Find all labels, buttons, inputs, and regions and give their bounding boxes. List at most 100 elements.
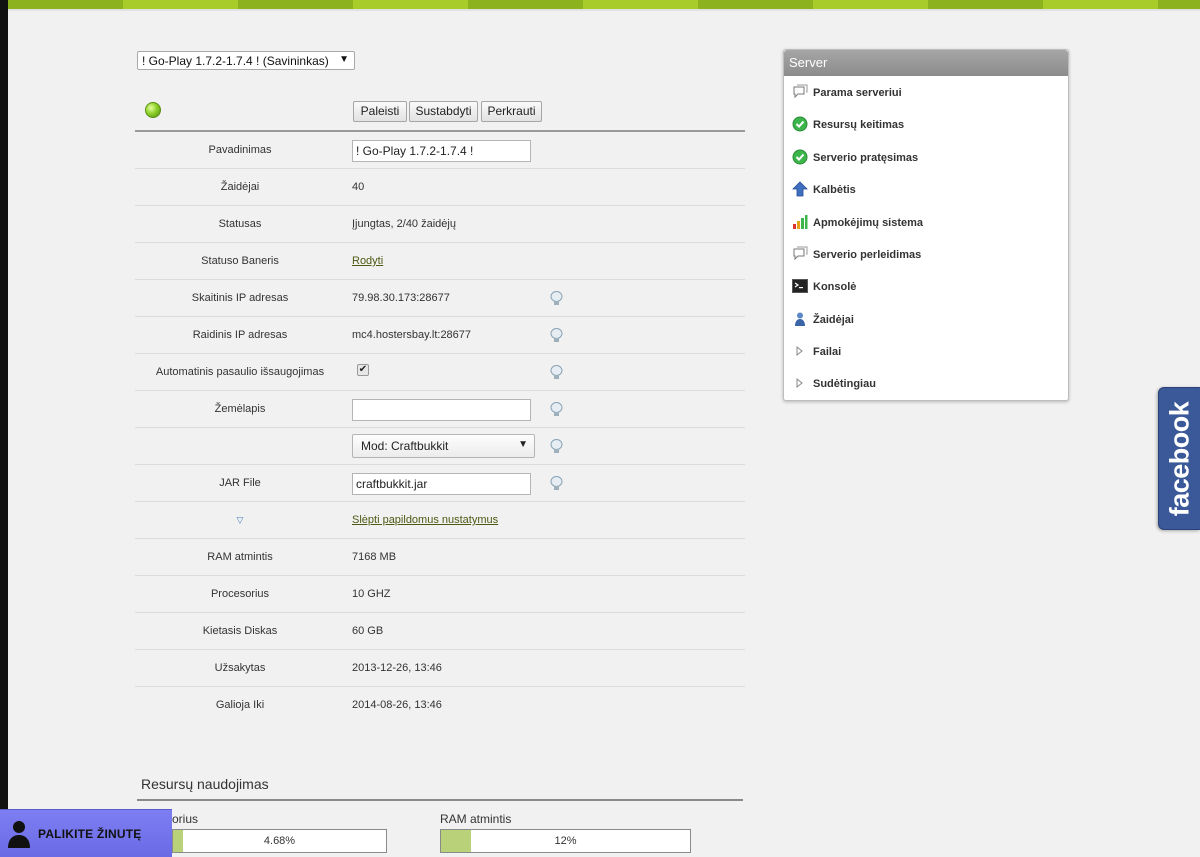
ordered-label: Užsakytas — [214, 662, 266, 674]
ip-text-label: Raidinis IP adresas — [192, 329, 288, 341]
ip-numeric-value: 79.98.30.173:28677 — [352, 292, 450, 304]
menu-item-players[interactable]: Žaidėjai — [792, 310, 854, 330]
top-accent-bar — [8, 0, 1200, 9]
stop-button[interactable]: Sustabdyti — [409, 101, 478, 122]
server-menu-panel: Server Parama serveriui Resursų keitimas… — [783, 49, 1069, 401]
mod-select-value: Mod: Craftbukkit — [361, 439, 449, 453]
resources-divider — [137, 799, 743, 801]
menu-item-advanced[interactable]: Sudėtingiau — [792, 374, 876, 394]
ordered-value: 2013-12-26, 13:46 — [352, 662, 442, 674]
row-advanced-toggle: ▽ Slėpti papildomus nustatymus — [135, 502, 745, 539]
menu-item-chat[interactable]: Kalbėtis — [792, 180, 856, 200]
players-label: Žaidėjai — [220, 181, 260, 193]
blue-up-arrow-icon — [792, 181, 808, 197]
hide-advanced-settings-link[interactable]: Slėpti papildomus nustatymus — [352, 514, 498, 526]
expires-label: Galioja Iki — [215, 699, 265, 711]
map-label: Žemėlapis — [214, 403, 266, 415]
dropdown-arrow-icon: ▼ — [518, 439, 528, 450]
row-jar: JAR File — [135, 465, 745, 502]
facebook-tab[interactable]: facebook — [1158, 387, 1200, 530]
show-banner-link[interactable]: Rodyti — [352, 255, 383, 267]
server-status-indicator-icon — [145, 102, 161, 118]
triangle-right-icon — [796, 378, 803, 389]
cpu-label: Procesorius — [210, 588, 270, 600]
lightbulb-hint-icon[interactable] — [550, 365, 563, 380]
status-label: Statusas — [218, 218, 262, 230]
panel-title: Server — [784, 50, 1068, 76]
menu-item-billing[interactable]: Apmokėjimų sistema — [792, 213, 923, 233]
row-map: Žemėlapis — [135, 391, 745, 428]
top-bar-shadow — [8, 9, 1200, 11]
ip-text-value: mc4.hostersbay.lt:28677 — [352, 329, 472, 341]
facebook-label: facebook — [1164, 401, 1194, 516]
lightbulb-hint-icon[interactable] — [550, 439, 563, 454]
row-disk: Kietasis Diskas 60 GB — [135, 613, 745, 650]
row-ordered: Užsakytas 2013-12-26, 13:46 — [135, 650, 745, 687]
server-select-value: ! Go-Play 1.7.2-1.7.4 ! (Savininkas) — [142, 54, 329, 68]
disk-label: Kietasis Diskas — [202, 625, 278, 637]
resources-title: Resursų naudojimas — [141, 776, 269, 792]
players-value: 40 — [352, 181, 365, 193]
speech-bubble-icon — [793, 246, 808, 261]
person-icon — [8, 821, 30, 848]
triangle-down-icon[interactable]: ▽ — [237, 515, 244, 525]
row-ram: RAM atmintis 7168 MB — [135, 539, 745, 576]
green-check-icon — [792, 116, 808, 132]
terminal-icon — [792, 279, 808, 294]
ram-usage-value: 12% — [554, 835, 577, 847]
mod-select[interactable]: Mod: Craftbukkit ▼ — [352, 434, 535, 458]
cpu-usage-label: orius — [172, 812, 199, 826]
user-icon — [795, 312, 805, 327]
ram-usage-label: RAM atmintis — [440, 812, 512, 826]
server-select[interactable]: ! Go-Play 1.7.2-1.7.4 ! (Savininkas) ▼ — [137, 51, 355, 70]
menu-item-resources[interactable]: Resursų keitimas — [792, 115, 904, 135]
lightbulb-hint-icon[interactable] — [550, 291, 563, 306]
disk-value: 60 GB — [352, 625, 384, 637]
row-players: Žaidėjai 40 — [135, 169, 745, 206]
row-cpu: Procesorius 10 GHZ — [135, 576, 745, 613]
menu-item-support[interactable]: Parama serveriui — [792, 83, 902, 103]
name-label: Pavadinimas — [208, 144, 272, 156]
speech-bubble-icon — [793, 84, 808, 99]
status-value: Įjungtas, 2/40 žaidėjų — [352, 218, 456, 230]
server-name-input[interactable] — [352, 140, 531, 162]
expires-value: 2014-08-26, 13:46 — [352, 699, 442, 711]
lightbulb-hint-icon[interactable] — [550, 402, 563, 417]
jar-label: JAR File — [219, 477, 261, 489]
green-check-icon — [792, 149, 808, 165]
autosave-checkbox[interactable]: ✔ — [357, 364, 369, 376]
dropdown-arrow-icon: ▼ — [339, 54, 349, 65]
cpu-value: 10 GHZ — [352, 588, 391, 600]
row-name: Pavadinimas — [135, 132, 745, 169]
leave-message-label: PALIKITE ŽINUTĘ — [38, 827, 142, 841]
triangle-right-icon — [796, 346, 803, 357]
jar-file-input[interactable] — [352, 473, 531, 495]
autosave-label: Automatinis pasaulio išsaugojimas — [155, 366, 325, 378]
row-ip-numeric: Skaitinis IP adresas 79.98.30.173:28677 — [135, 280, 745, 317]
ip-numeric-label: Skaitinis IP adresas — [191, 292, 289, 304]
row-ip-text: Raidinis IP adresas mc4.hostersbay.lt:28… — [135, 317, 745, 354]
ram-value: 7168 MB — [352, 551, 397, 563]
row-banner: Statuso Baneris Rodyti — [135, 243, 745, 280]
lightbulb-hint-icon[interactable] — [550, 476, 563, 491]
cpu-usage-value: 4.68% — [263, 835, 296, 847]
map-input[interactable] — [352, 399, 531, 421]
row-autosave: Automatinis pasaulio išsaugojimas ✔ — [135, 354, 745, 391]
ram-usage-bar: 12% — [440, 829, 691, 853]
signal-bars-icon — [793, 215, 808, 230]
menu-item-console[interactable]: Konsolė — [792, 277, 856, 297]
menu-item-transfer[interactable]: Serverio perleidimas — [792, 245, 921, 265]
restart-button[interactable]: Perkrauti — [481, 101, 542, 122]
ram-label: RAM atmintis — [207, 551, 273, 563]
cpu-usage-bar: 4.68% — [172, 829, 387, 853]
row-mod: Mod: Craftbukkit ▼ — [135, 428, 745, 465]
row-status: Statusas Įjungtas, 2/40 žaidėjų — [135, 206, 745, 243]
leave-message-widget[interactable]: PALIKITE ŽINUTĘ — [0, 809, 172, 857]
row-expires: Galioja Iki 2014-08-26, 13:46 — [135, 687, 745, 724]
start-button[interactable]: Paleisti — [353, 101, 407, 122]
menu-item-files[interactable]: Failai — [792, 342, 841, 362]
banner-label: Statuso Baneris — [201, 255, 279, 267]
left-edge-strip — [0, 0, 8, 857]
lightbulb-hint-icon[interactable] — [550, 328, 563, 343]
menu-item-renewal[interactable]: Serverio pratęsimas — [792, 148, 918, 168]
